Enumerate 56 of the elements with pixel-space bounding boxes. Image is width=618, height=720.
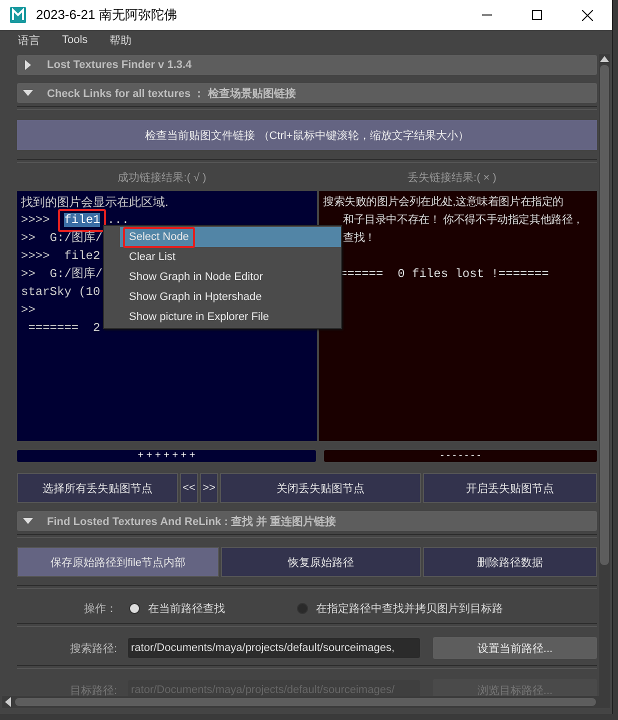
found-results-heading: 成功链接结果:( √ ) [116,170,208,184]
close-icon[interactable] [582,10,592,20]
expand-arrow-icon[interactable] [23,60,33,70]
node-button[interactable]: << [180,473,198,503]
menu-item[interactable]: 帮助 [110,32,132,48]
minimize-icon[interactable] [482,14,492,16]
result-line: ======= 2 [27,321,100,335]
lost-results-heading: 丢失链接结果:( × ) [406,170,498,184]
found-count-bar: + + + + + + + [17,450,316,462]
path-button[interactable]: 恢复原始路径 [221,547,421,577]
result-line: >> G:/图库/ [21,267,103,281]
node-button[interactable]: >> [200,473,218,503]
maximize-icon[interactable] [532,10,542,20]
vertical-scrollbar[interactable] [599,54,610,696]
context-menu-item[interactable]: Show Graph in Hptershade [120,287,341,307]
horizontal-scrollbar[interactable] [2,696,610,708]
result-line: starSky (10 [21,285,100,299]
path-button[interactable]: 删除路径数据 [423,547,597,577]
radio-icon[interactable] [297,602,308,614]
node-button[interactable]: 关闭丢失贴图节点 [220,473,421,503]
radio-option[interactable]: 在指定路径中查找并拷贝图片到目标路 [297,600,503,616]
node-button[interactable]: 开启丢失贴图节点 [423,473,597,503]
context-menu-item[interactable]: Show picture in Explorer File [120,307,341,327]
check-links-button[interactable]: 检查当前贴图文件链接 （Ctrl+鼠标中键滚轮，缩放文字结果大小） [17,120,597,150]
window-title: 2023-6-21 南无阿弥陀佛 [36,6,177,24]
menu-item[interactable]: 语言 [18,32,40,48]
path-field[interactable]: rator/Documents/maya/projects/default/sourceimages, [128,638,420,658]
result-line: >>>> [21,213,51,227]
section-header[interactable]: Find Losted Textures And ReLink : 查找 并 重连图片链接 [17,511,597,531]
lost-summary-line: ====== 0 files lost !======= [339,266,550,283]
collapse-arrow-icon[interactable] [23,88,33,98]
radio-option[interactable]: 在当前路径查找 [129,600,225,616]
section-header[interactable]: Lost Textures Finder v 1.3.4 [17,55,597,75]
path-label: 搜索路径: [68,642,117,656]
lost-count-bar: - - - - - - - [324,450,597,462]
path-button[interactable]: 保存原始路径到file节点内部 [17,547,219,577]
result-line: >>>> file2 [21,249,100,263]
context-menu-item[interactable]: Clear List [120,247,341,267]
result-line: 找到的图片会显示在此区域. [21,195,168,209]
result-line: 和子目录中不存在！ 你不得不手动指定其他路径， [343,214,584,226]
context-menu-item[interactable]: Show Graph in Node Editor [120,267,341,287]
scroll-up-icon[interactable] [600,56,609,62]
node-button[interactable]: 选择所有丢失贴图节点 [17,473,178,503]
app-logo-icon [10,7,26,23]
section-header[interactable]: Check Links for all textures ： 检查场景贴图链接 [17,83,597,103]
scroll-left-icon[interactable] [5,697,11,707]
menu-item[interactable]: Tools [62,34,88,46]
collapse-arrow-icon[interactable] [23,516,33,526]
result-line: 搜索失败的图片会列在此处,这意味着图片在指定的 [323,196,564,208]
result-line: ... [106,213,130,227]
path-button[interactable]: 设置当前路径... [433,637,597,659]
result-line: >> [21,303,36,317]
operation-label: 操作： [83,602,117,616]
radio-icon[interactable] [129,602,140,614]
result-line: >> G:/图库/ [21,231,103,245]
result-line: 查找！ [343,232,376,244]
